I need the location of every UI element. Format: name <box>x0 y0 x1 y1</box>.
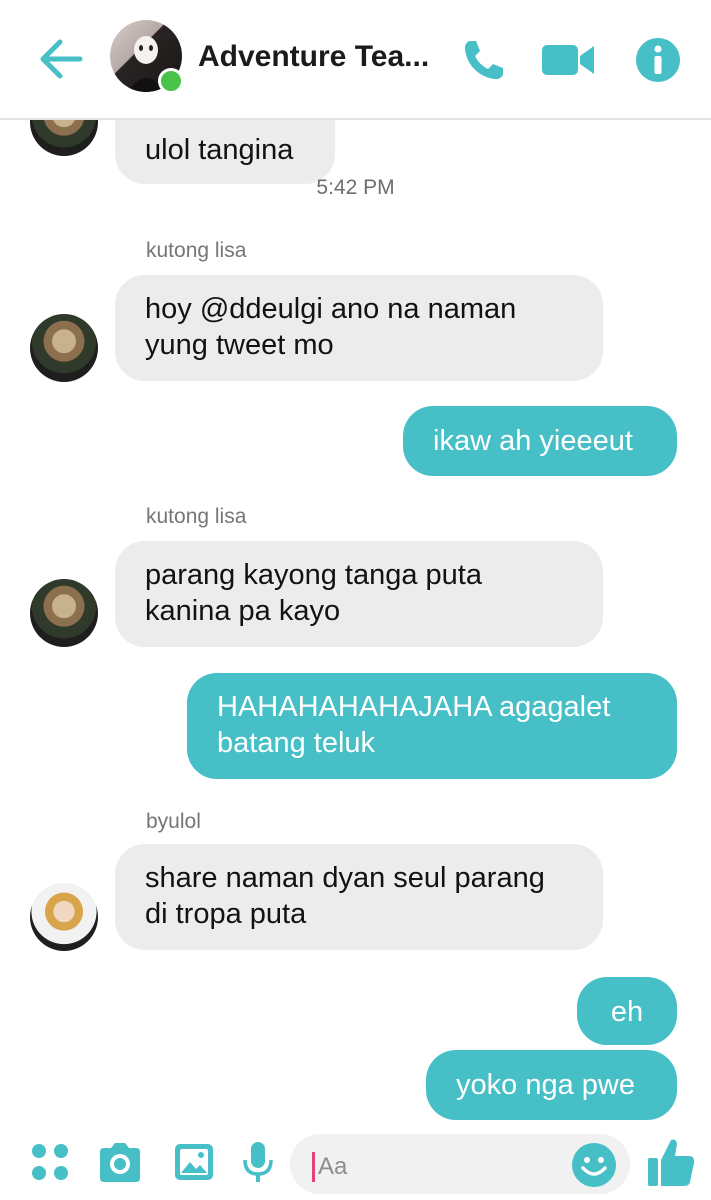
gallery-icon <box>175 1144 213 1180</box>
sender-name: kutong lisa <box>146 239 247 262</box>
video-call-button[interactable] <box>540 36 596 84</box>
video-camera-icon <box>542 45 594 75</box>
voice-call-button[interactable] <box>460 36 508 84</box>
sender-avatar[interactable] <box>30 118 98 156</box>
conversation-title[interactable]: Adventure Tea... <box>198 40 448 74</box>
message-text-line: HAHAHAHAHAJAHA agagalet <box>217 691 611 723</box>
message-timestamp: 5:42 PM <box>316 176 395 199</box>
sender-avatar[interactable] <box>30 883 98 951</box>
message-bubble-incoming[interactable]: share naman dyan seul parang di tropa pu… <box>115 844 603 950</box>
emoji-icon <box>572 1143 616 1187</box>
chat-header: Adventure Tea... <box>0 0 711 120</box>
group-avatar[interactable] <box>110 20 184 94</box>
message-text-line: share naman dyan seul parang <box>145 862 545 894</box>
thumbs-up-icon <box>648 1139 695 1186</box>
message-list[interactable]: ulol tangina 5:42 PM kutong lisa hoy @dd… <box>0 118 711 1128</box>
message-text: eh <box>610 996 644 1028</box>
text-cursor <box>312 1152 315 1182</box>
apps-button[interactable] <box>28 1140 72 1189</box>
message-bubble-outgoing[interactable]: ikaw ah yieeeut <box>403 406 677 476</box>
emoji-button[interactable] <box>570 1141 618 1189</box>
sender-name: byulol <box>146 810 201 833</box>
camera-button[interactable] <box>96 1140 144 1189</box>
message-bubble-outgoing[interactable]: eh <box>577 977 677 1045</box>
sender-avatar[interactable] <box>30 314 98 382</box>
message-text-line: hoy @ddeulgi ano na naman <box>145 293 517 325</box>
message-bubble-incoming[interactable]: parang kayong tanga puta kanina pa kayo <box>115 541 603 647</box>
message-text: ulol tangina <box>145 134 294 166</box>
online-status-dot <box>158 68 184 94</box>
message-text-line: batang teluk <box>217 727 376 759</box>
message-text: yoko nga pwe <box>456 1069 635 1101</box>
apps-icon <box>32 1144 68 1180</box>
gallery-button[interactable] <box>172 1140 216 1189</box>
message-text: ikaw ah yieeeut <box>433 425 633 457</box>
sender-avatar[interactable] <box>30 579 98 647</box>
like-button[interactable] <box>646 1136 696 1195</box>
message-input[interactable]: Aa <box>290 1134 630 1194</box>
message-text-line: parang kayong tanga puta <box>145 559 482 591</box>
message-input-placeholder: Aa <box>318 1153 348 1180</box>
back-button[interactable] <box>38 38 84 80</box>
message-text-line: di tropa puta <box>145 898 307 930</box>
camera-icon <box>100 1143 140 1182</box>
message-bubble-outgoing[interactable]: HAHAHAHAHAJAHA agagalet batang teluk <box>187 673 677 779</box>
message-bubble-incoming[interactable]: ulol tangina <box>115 118 335 184</box>
message-text-line: yung tweet mo <box>145 329 334 361</box>
microphone-icon <box>243 1142 273 1182</box>
message-bubble-outgoing[interactable]: yoko nga pwe <box>426 1050 677 1120</box>
back-arrow-icon <box>40 39 83 79</box>
message-bubble-incoming[interactable]: hoy @ddeulgi ano na naman yung tweet mo <box>115 275 603 381</box>
phone-icon <box>465 41 503 79</box>
microphone-button[interactable] <box>240 1140 276 1191</box>
info-icon <box>636 38 680 82</box>
message-text-line: kanina pa kayo <box>145 595 341 627</box>
sender-name: kutong lisa <box>146 505 247 528</box>
message-composer: Aa <box>0 1128 711 1200</box>
info-button[interactable] <box>634 36 682 84</box>
